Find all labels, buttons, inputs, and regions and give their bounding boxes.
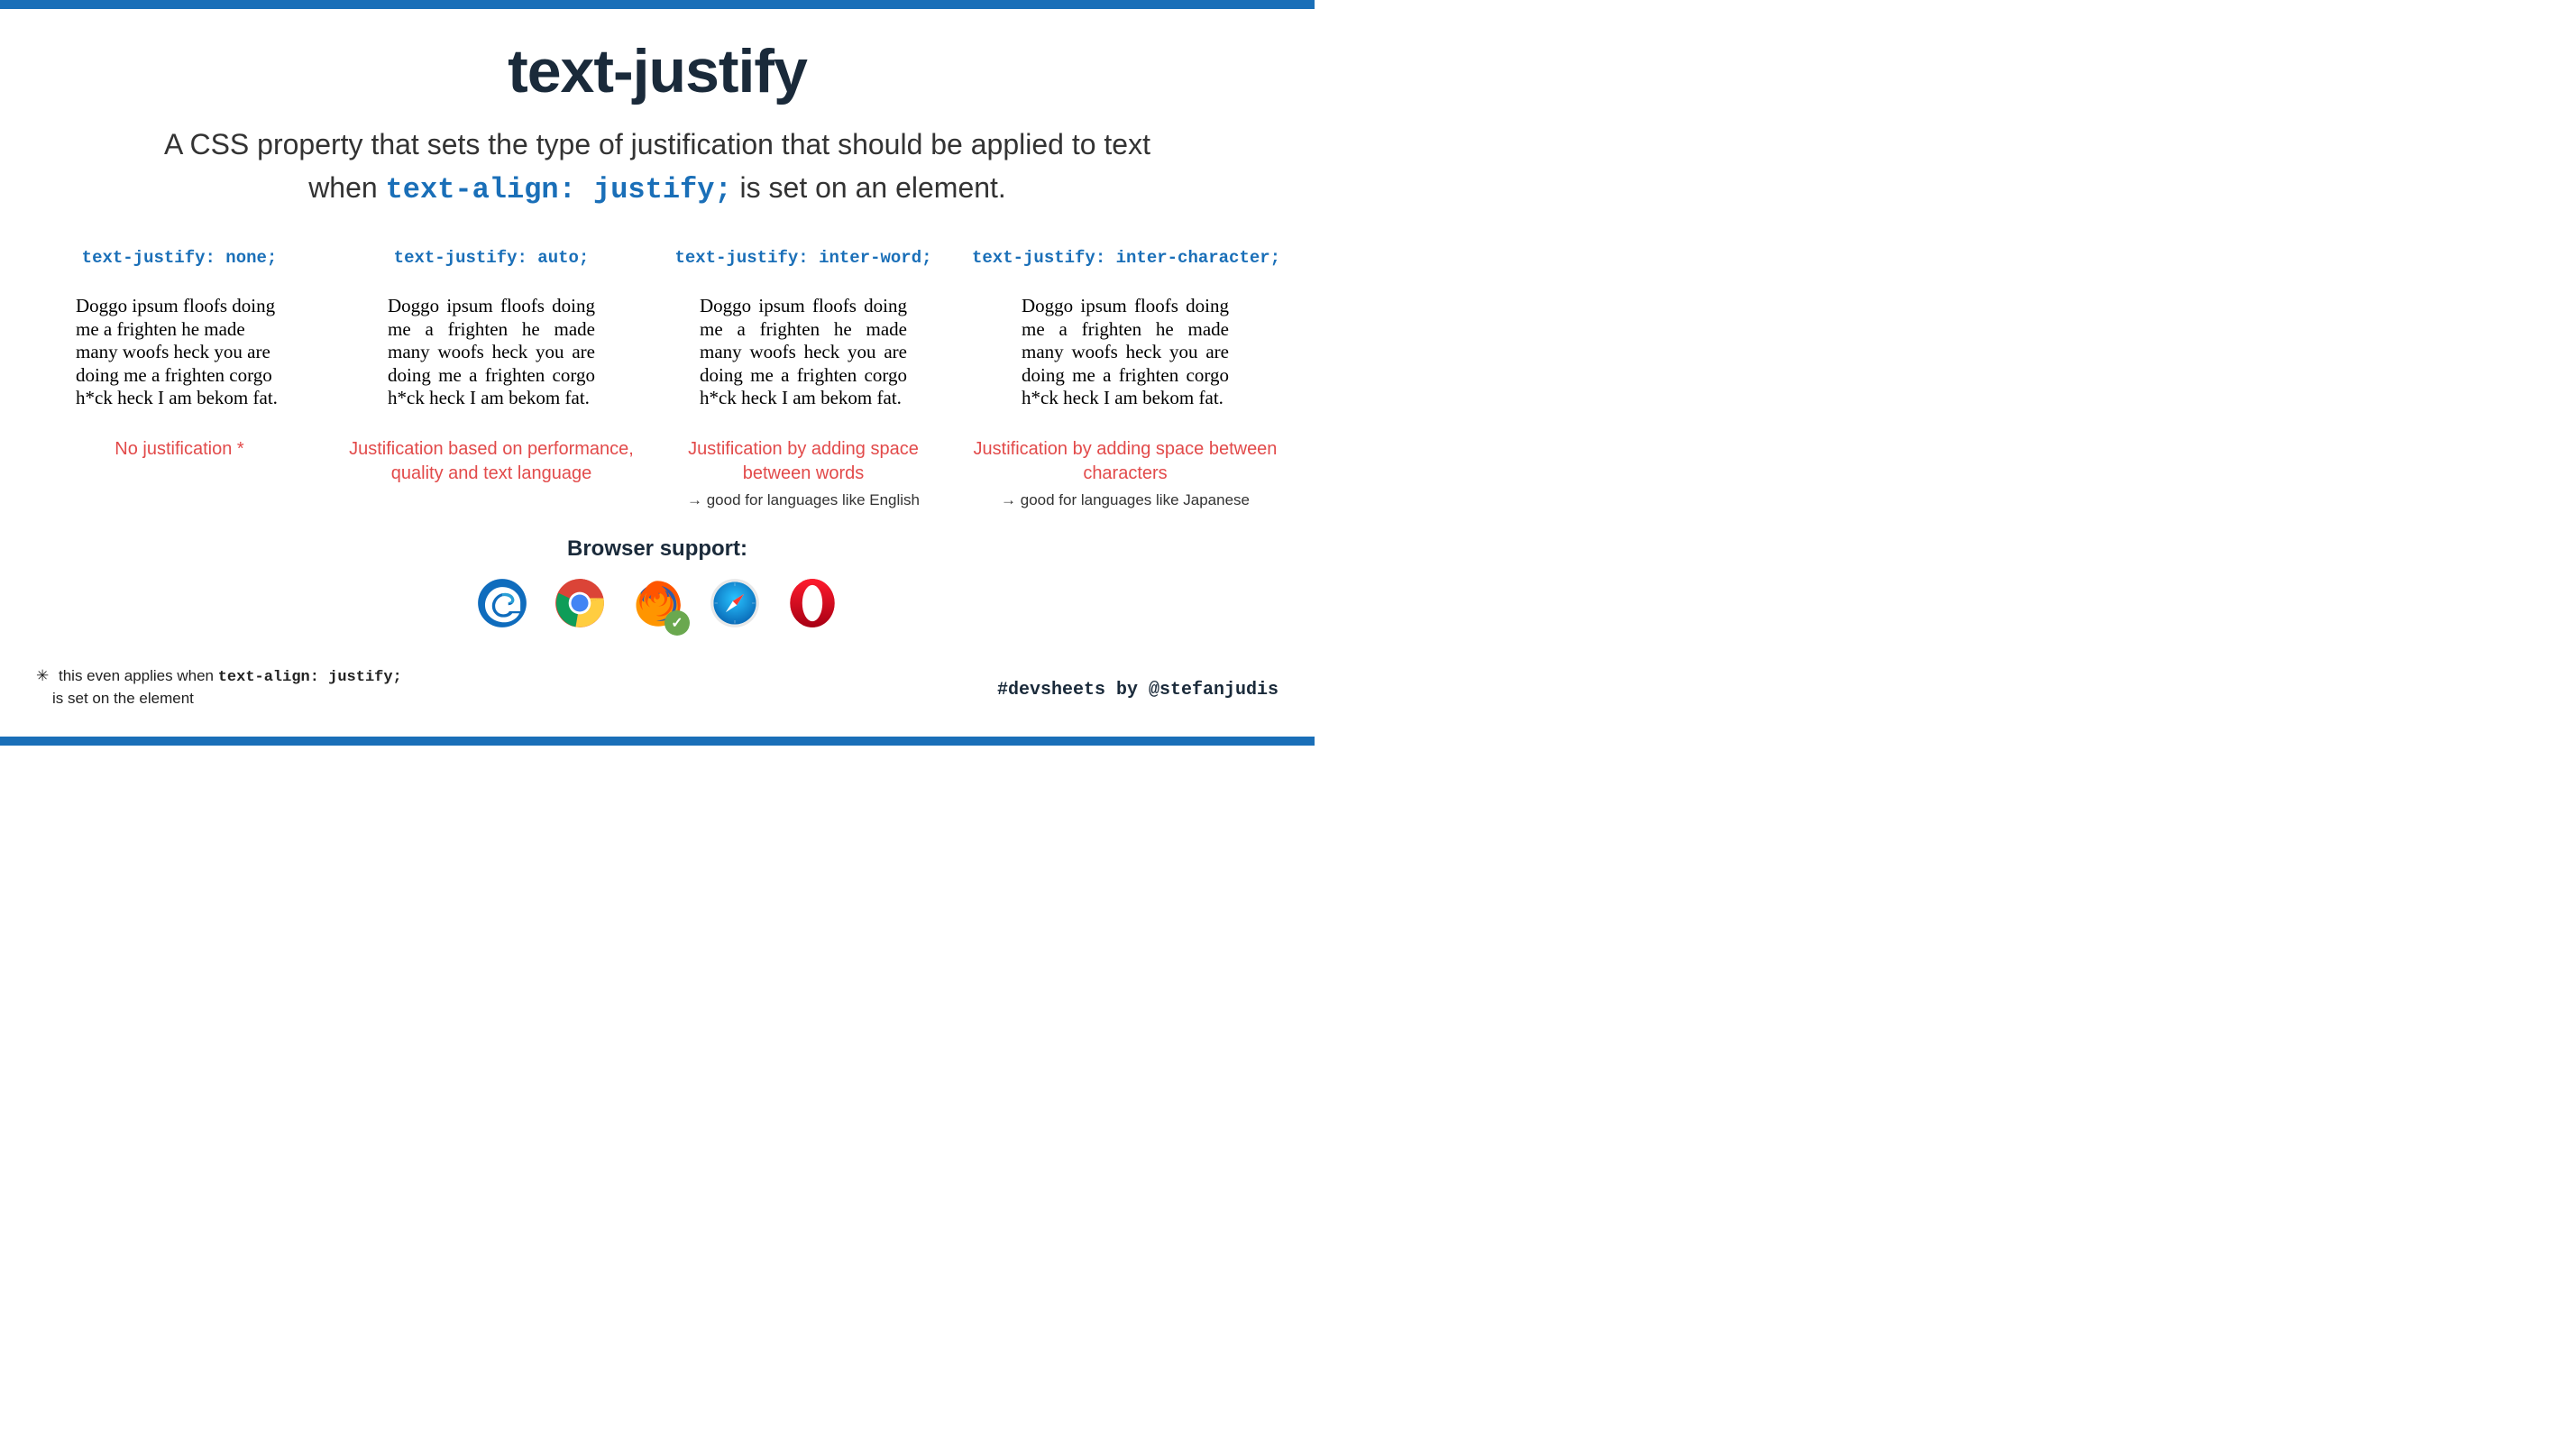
subtitle-line2-post: is set on an element. — [732, 171, 1006, 204]
sample-text: Doggo ipsum floofs doing me a frighten h… — [388, 295, 595, 410]
example-caption: Justification by adding space between wo… — [660, 437, 947, 486]
safari-icon — [710, 578, 760, 628]
browser-support-title: Browser support: — [36, 536, 1278, 562]
sample-text: Doggo ipsum floofs doing me a frighten h… — [76, 295, 283, 410]
footnote-star-icon: ✳ — [36, 667, 49, 684]
example-inter-word: text-justify: inter-word; Doggo ipsum fl… — [660, 248, 947, 509]
page-title: text-justify — [36, 36, 1278, 106]
example-auto: text-justify: auto; Doggo ipsum floofs d… — [348, 248, 635, 509]
footnote-text-post: is set on the element — [52, 689, 194, 710]
example-note: → good for languages like Japanese — [972, 491, 1278, 509]
chrome-icon — [554, 578, 605, 628]
footnote-code: text-align: justify; — [218, 669, 402, 686]
subtitle-line1: A CSS property that sets the type of jus… — [164, 128, 1150, 160]
example-none: text-justify: none; Doggo ipsum floofs d… — [36, 248, 323, 509]
example-caption: Justification based on performance, qual… — [348, 437, 635, 486]
browser-icons-row: ✓ — [36, 578, 1278, 628]
check-badge-icon: ✓ — [664, 610, 690, 636]
page-subtitle: A CSS property that sets the type of jus… — [36, 123, 1278, 212]
credit-line: #devsheets by @stefanjudis — [997, 680, 1278, 701]
example-note: → good for languages like English — [660, 491, 947, 509]
subtitle-code: text-align: justify; — [386, 173, 732, 206]
example-inter-character: text-justify: inter-character; Doggo ips… — [972, 248, 1278, 509]
sample-text: Doggo ipsum floofs doing me a frighten h… — [1022, 295, 1229, 410]
example-header: text-justify: none; — [36, 248, 323, 268]
opera-icon — [787, 578, 838, 628]
sample-text: Doggo ipsum floofs doing me a frighten h… — [700, 295, 907, 410]
example-caption: No justification * — [36, 437, 323, 462]
example-header: text-justify: inter-character; — [972, 248, 1278, 268]
edge-icon — [477, 578, 527, 628]
devsheet-card: text-justify A CSS property that sets th… — [0, 0, 1315, 746]
examples-grid: text-justify: none; Doggo ipsum floofs d… — [36, 248, 1278, 509]
example-caption: Justification by adding space between ch… — [972, 437, 1278, 486]
browser-support-section: Browser support: — [36, 536, 1278, 628]
footnote: ✳ this even applies when text-align: jus… — [36, 666, 402, 710]
example-header: text-justify: auto; — [348, 248, 635, 268]
footnote-text-pre: this even applies when — [59, 667, 218, 684]
firefox-icon: ✓ — [632, 578, 683, 628]
subtitle-line2-pre: when — [308, 171, 385, 204]
example-header: text-justify: inter-word; — [660, 248, 947, 268]
